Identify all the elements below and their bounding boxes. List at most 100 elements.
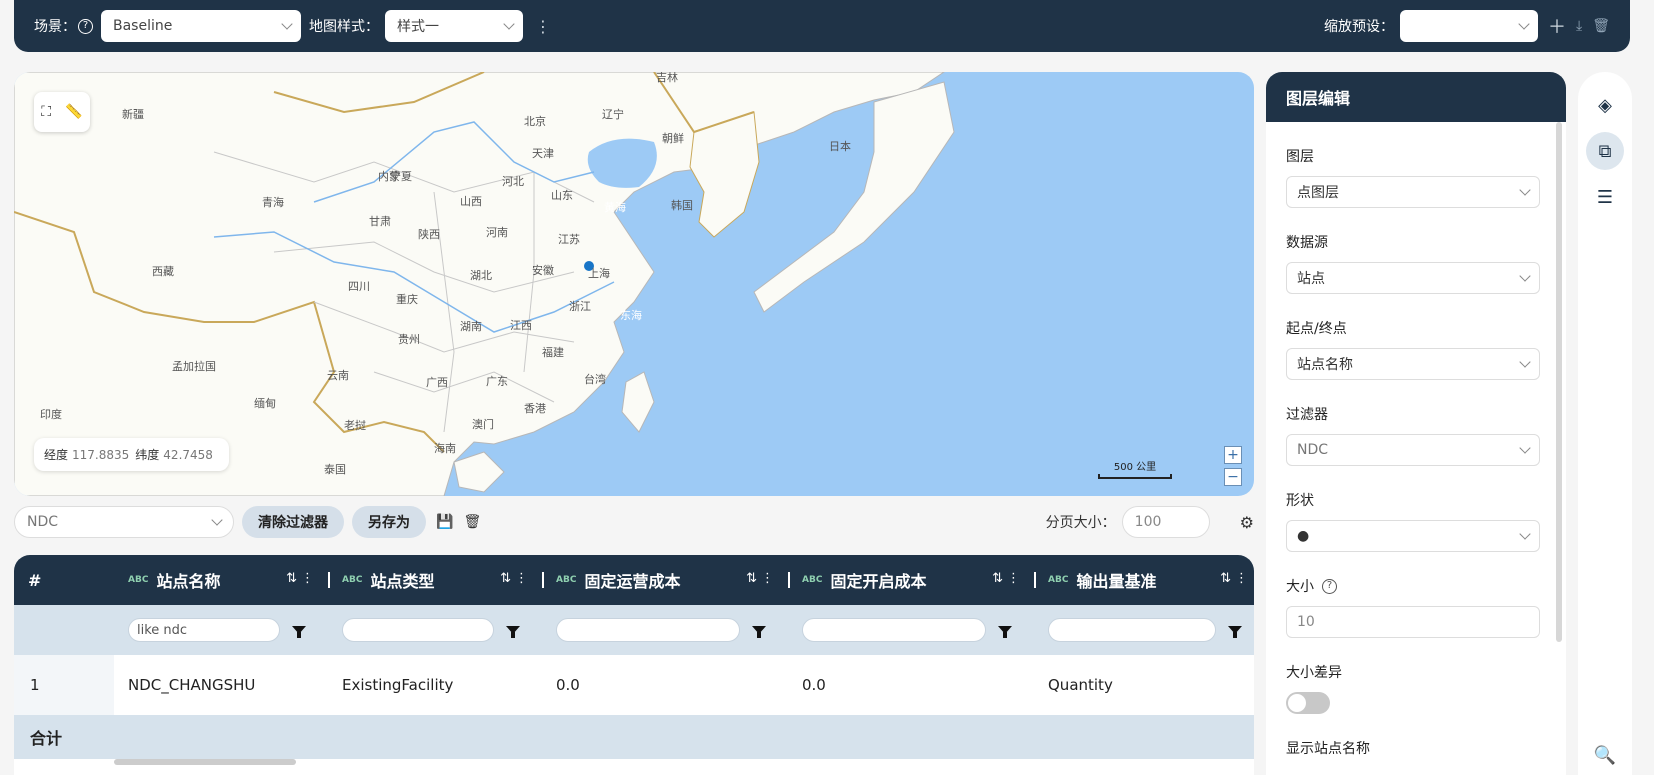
map-place-label: 吉林 [656,72,678,84]
filter-icon[interactable] [292,626,306,638]
map-place-label: 黄海 [604,200,626,214]
sort-menu-icons[interactable]: ⇅⋮ [500,571,532,586]
datasource-label: 数据源 [1286,235,1328,251]
help-icon[interactable]: ? [1322,578,1337,594]
column-header[interactable]: ABC 固定运营成本 ⇅⋮ [542,555,788,605]
filter-icon[interactable] [1228,626,1242,638]
panel-body: 图层 点图层 数据源 站点 起点/终点 站点名称 过滤器 NDC 形状 ● 大小… [1266,122,1566,758]
map-place-label: 北京 [524,114,546,128]
save-as-button[interactable]: 另存为 [352,506,426,538]
fullscreen-icon[interactable]: ⛶ [41,104,51,120]
panel-scrollbar[interactable] [1556,122,1562,642]
sort-menu-icons[interactable]: ⇅⋮ [992,571,1024,586]
column-header-label: 输出量基准 [1076,572,1157,591]
map-place-label: 上海 [588,266,610,280]
panel-filter-select[interactable]: NDC [1286,434,1540,466]
map-place-label: 台湾 [584,372,606,386]
layers-icon[interactable]: ◈ [1586,86,1624,124]
column-filter-input[interactable] [342,618,494,642]
datasource-select[interactable]: 站点 [1286,262,1540,294]
right-rail: ◈ ⧉ ☰ 🔍 [1578,72,1632,775]
zoom-preset-label: 缩放预设： [1324,19,1395,35]
chevron-down-icon [1518,18,1530,30]
lat-label: 纬度 [135,448,160,462]
column-header-index: # [14,555,114,605]
chevron-down-icon [1519,356,1531,368]
filter-icon[interactable] [998,626,1012,638]
sort-menu-icons[interactable]: ⇅⋮ [746,571,778,586]
text-type-icon: ABC [1048,575,1069,585]
map-style-select[interactable]: 样式一 [385,10,523,42]
add-icon[interactable]: ＋ [1548,13,1566,39]
shape-select[interactable]: ● [1286,520,1540,552]
delete-icon[interactable]: 🗑 [1592,18,1610,34]
map-place-label: 泰国 [324,462,346,476]
column-filter-input[interactable] [556,618,740,642]
page-size-input[interactable]: 100 [1121,506,1210,538]
table-cell: NDC_CHANGSHU [128,676,256,694]
map-place-label: 湖北 [470,269,492,282]
horizontal-scrollbar[interactable] [114,759,296,765]
map-place-label: 云南 [327,369,349,382]
ruler-icon[interactable]: 📏 [65,104,82,120]
scene-label: 场景： [34,16,76,36]
size-diff-toggle[interactable] [1286,692,1330,714]
filter-icon[interactable] [752,626,766,638]
shape-label: 形状 [1286,493,1314,509]
zoom-controls: + − [1224,446,1242,486]
download-icon[interactable]: ⤓ [1576,18,1582,34]
gear-icon[interactable]: ⚙ [1240,513,1254,532]
size-input[interactable]: 10 [1286,606,1540,638]
size-diff-label: 大小差异 [1286,665,1342,681]
layer-edit-icon[interactable]: ⧉ [1586,132,1624,170]
zoom-in-button[interactable]: + [1224,446,1242,464]
map-place-label: 福建 [542,345,564,359]
zoom-out-button[interactable]: − [1224,468,1242,486]
trash-icon[interactable]: 🗑 [463,514,481,530]
endpoint-label: 起点/终点 [1286,321,1347,337]
column-header[interactable]: ABC 站点名称 ⇅⋮ [114,555,328,605]
column-header-label: 固定运营成本 [584,572,681,591]
map-place-label: 新疆 [122,107,144,121]
map-place-label: 孟加拉国 [172,359,216,373]
column-separator [328,572,330,588]
table-row[interactable]: 1 NDC_CHANGSHU ExistingFacility 0.0 0.0 … [14,655,1254,715]
filter-icon[interactable] [506,626,520,638]
filter-cell-empty [14,605,114,655]
column-header[interactable]: ABC 站点类型 ⇅⋮ [328,555,542,605]
endpoint-select-value: 站点名称 [1297,357,1353,373]
sort-menu-icons[interactable]: ⇅⋮ [1220,571,1252,586]
help-icon[interactable]: ? [78,18,93,34]
column-header-label: 站点类型 [370,572,435,591]
column-filter-input[interactable] [1048,618,1216,642]
table-header: # ABC 站点名称 ⇅⋮ ABC 站点类型 ⇅⋮ ABC 固定运营成本 ⇅⋮ ABC 固定开… [14,555,1254,605]
coordinate-readout: 经度 117.8835 纬度 42.7458 [34,438,229,471]
clear-filter-button[interactable]: 清除过滤器 [242,506,344,538]
more-options-icon[interactable]: ⋮ [535,17,551,36]
column-filter-input[interactable]: like ndc [128,618,280,642]
zoom-preset-select[interactable] [1400,10,1539,42]
column-header[interactable]: ABC 输出量基准 ⇅⋮ [1034,555,1254,605]
map-view[interactable]: 新疆 青海 西藏 甘肃 宁夏 内蒙 四川 重庆 陕西 山西 河北 北京 天津 辽宁 吉林 朝鲜 韩国 日本 山东 河南… [14,72,1254,496]
layer-select[interactable]: 点图层 [1286,176,1540,208]
filter-cell [788,605,1034,655]
index-header-text: # [28,570,42,590]
save-icon[interactable]: 💾 [436,514,453,530]
size-label: 大小? [1286,576,1540,596]
scene-label-text: 场景： [34,19,76,35]
table-cell: 0.0 [802,676,826,694]
map-place-label: 山西 [460,195,482,208]
endpoint-select[interactable]: 站点名称 [1286,348,1540,380]
row-index: 1 [14,655,114,715]
sort-menu-icons[interactable]: ⇅⋮ [286,571,318,586]
column-filter-input[interactable] [802,618,986,642]
chevron-down-icon [1519,270,1531,282]
column-header[interactable]: ABC 固定开启成本 ⇅⋮ [788,555,1034,605]
map-place-label: 印度 [40,407,62,421]
scene-select[interactable]: Baseline [101,10,301,42]
legend-list-icon[interactable]: ☰ [1586,178,1624,216]
zoom-search-icon[interactable]: 🔍 [1586,736,1624,774]
filter-select[interactable]: NDC [14,506,234,538]
text-type-icon: ABC [128,575,149,585]
column-header-label: 固定开启成本 [830,572,927,591]
